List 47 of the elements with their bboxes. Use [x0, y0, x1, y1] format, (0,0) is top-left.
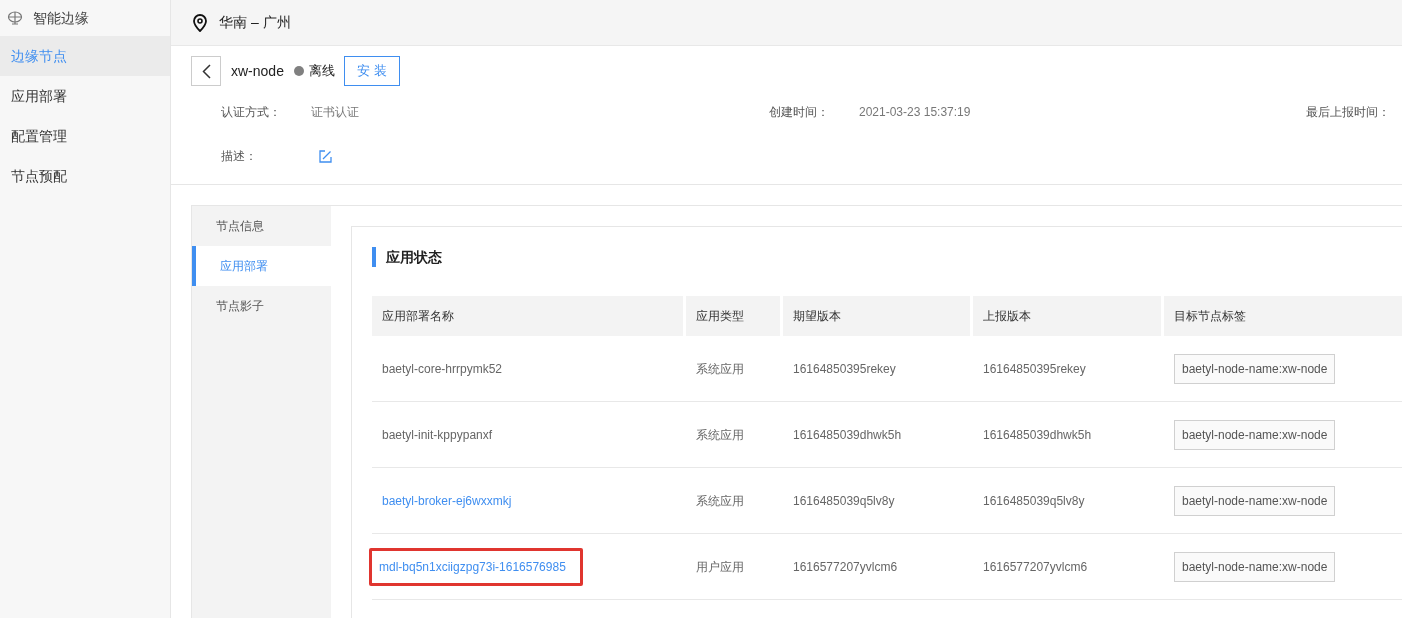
field-value: 证书认证	[311, 104, 359, 121]
region-label: 华南 – 广州	[219, 13, 291, 32]
globe-icon	[7, 11, 23, 25]
field-label: 描述：	[221, 148, 258, 165]
tag: baetyl-node-name:xw-node	[1174, 485, 1336, 516]
column-header: 目标节点标签	[1173, 308, 1247, 325]
field-value: 2021-03-23 15:37:19	[859, 104, 971, 121]
table-cell-text: 1616485039q5lv8y	[982, 492, 1086, 510]
table-cell-text: 1616485039q5lv8y	[792, 492, 896, 510]
table-cell-text: 16164850395rekey	[792, 360, 897, 378]
table-cell-text: 系统应用	[695, 492, 745, 510]
table-cell-text: baetyl-init-kppypanxf	[381, 426, 493, 444]
column-header: 应用类型	[686, 296, 783, 336]
tag: baetyl-node-name:xw-node	[1174, 353, 1336, 384]
field-label: 最后上报时间：	[1306, 104, 1391, 121]
table-cell-text: 1616485039dhwk5h	[792, 426, 903, 444]
column-header: 应用部署名称	[372, 296, 686, 336]
status-label: 离线	[308, 62, 335, 81]
column-header: 期望版本	[783, 296, 973, 336]
edit-icon[interactable]	[319, 149, 332, 163]
tag: baetyl-node-name:xw-node	[1174, 419, 1336, 450]
table-cell-text: 1616485039dhwk5h	[982, 426, 1093, 444]
side-tab[interactable]: 节点信息	[192, 206, 331, 246]
node-name: xw-node	[231, 61, 284, 81]
table-cell-text: 1616577207yvlcm6	[792, 558, 899, 576]
table-cell-text: 系统应用	[695, 360, 745, 378]
tag: baetyl-node-name:xw-node	[1174, 551, 1336, 582]
sidebar-item[interactable]: 配置管理	[0, 116, 170, 156]
sidebar-title: 智能边缘	[33, 8, 89, 28]
sidebar-item[interactable]: 节点预配	[0, 156, 170, 196]
field-label: 创建时间：	[769, 104, 830, 121]
field-label: 认证方式：	[221, 104, 282, 121]
column-header: 上报版本	[973, 296, 1164, 336]
back-button[interactable]	[191, 56, 221, 86]
table-cell-text: 系统应用	[695, 426, 745, 444]
side-tab[interactable]: 应用部署	[192, 246, 331, 286]
sidebar-item[interactable]: 应用部署	[0, 76, 170, 116]
side-tab[interactable]: 节点影子	[192, 286, 331, 326]
chevron-left-icon	[201, 63, 211, 79]
accent-bar	[372, 247, 376, 267]
table-cell-text: 用户应用	[695, 558, 745, 576]
table-cell-text: 16164850395rekey	[982, 360, 1087, 378]
install-button[interactable]: 安 装	[343, 56, 400, 86]
table-cell-text: baetyl-core-hrrpymk52	[381, 360, 503, 378]
table-cell-text: 1616577207yvlcm6	[982, 558, 1089, 576]
location-pin-icon	[193, 13, 207, 32]
section-title: 应用状态	[386, 247, 442, 267]
